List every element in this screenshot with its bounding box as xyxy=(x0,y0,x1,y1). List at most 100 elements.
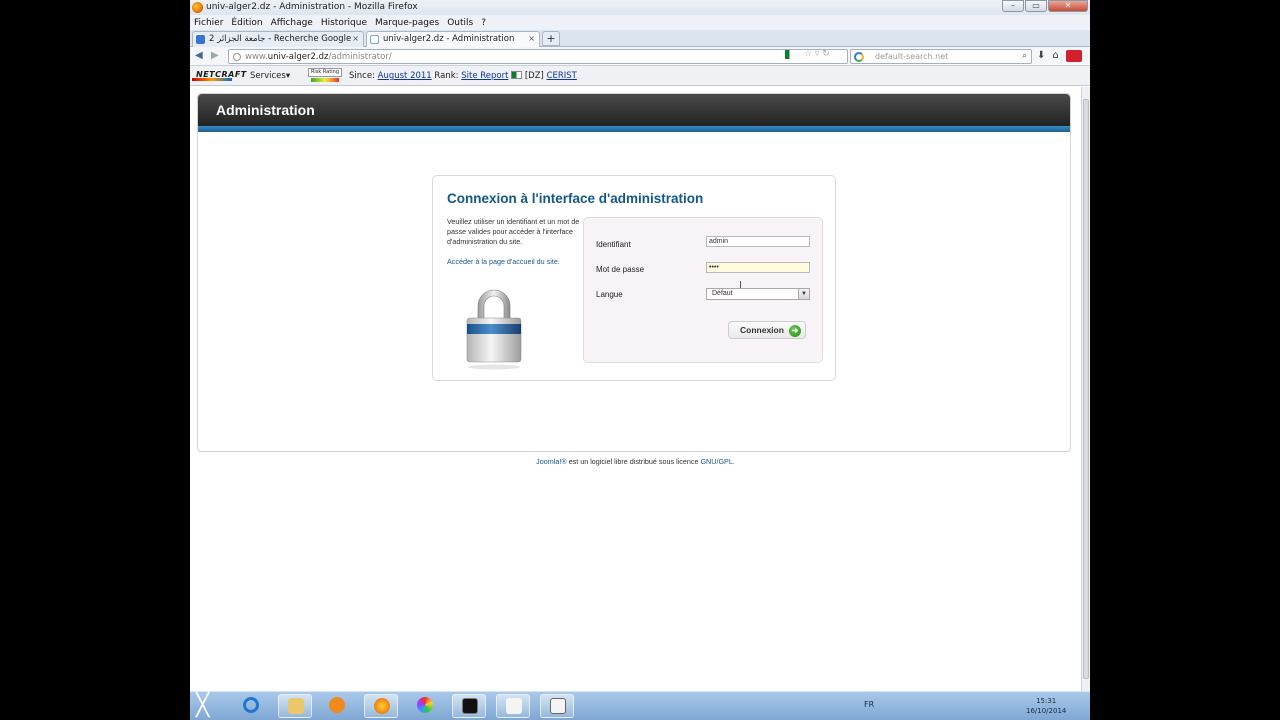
menu-help[interactable]: ? xyxy=(481,18,486,28)
site-home-link[interactable]: Accéder à la page d'accueil du site. xyxy=(447,257,560,266)
hosting-link[interactable]: CERIST xyxy=(547,71,577,81)
windows-taskbar: ╳ FR 15:31 16/10/2014 xyxy=(190,691,1090,720)
url-path: /administrator/ xyxy=(328,52,392,62)
forward-button[interactable]: ▶ xyxy=(211,50,219,61)
risk-rating-badge[interactable]: Risk Rating xyxy=(308,68,342,82)
new-tab-button[interactable]: + xyxy=(542,31,560,46)
start-button[interactable]: ╳ xyxy=(196,694,209,718)
padlock-icon xyxy=(466,289,522,370)
taskbar-media-player[interactable] xyxy=(320,694,354,718)
menu-edition[interactable]: Édition xyxy=(231,18,262,28)
search-engine-icon[interactable] xyxy=(854,52,864,62)
url-bar[interactable]: www.univ-alger2.dz/administrator/ xyxy=(228,49,848,64)
language-label: Langue xyxy=(596,290,623,299)
since-link[interactable]: August 2011 xyxy=(378,71,432,81)
footer-text: est un logiciel libre distribué sous lic… xyxy=(566,457,701,466)
menu-historique[interactable]: Historique xyxy=(321,18,367,28)
since-label: Since: xyxy=(349,71,375,81)
maximize-button[interactable]: ▭ xyxy=(1025,0,1047,12)
tab-label: جامعة الجزائر 2 - Recherche Google xyxy=(209,34,352,44)
login-button[interactable]: Connexion ➜ xyxy=(728,321,806,339)
language-select[interactable]: Défaut ▼ xyxy=(706,288,810,300)
menu-marque-pages[interactable]: Marque-pages xyxy=(375,18,439,28)
arrow-right-icon: ➜ xyxy=(789,325,801,337)
firefox-window: univ-alger2.dz - Administration - Mozill… xyxy=(190,0,1090,720)
country-code: [DZ] xyxy=(524,71,544,81)
home-icon[interactable]: ⌂ xyxy=(1052,50,1058,62)
close-tab-icon[interactable]: × xyxy=(352,34,359,43)
username-label: Identifiant xyxy=(596,240,631,249)
folder-icon xyxy=(288,698,304,714)
login-panel: Connexion à l'interface d'administration… xyxy=(432,175,836,381)
taskbar-notes[interactable] xyxy=(496,694,530,718)
page-title: Administration xyxy=(216,102,315,118)
command-prompt-icon xyxy=(462,698,478,714)
firefox-icon xyxy=(192,2,203,13)
close-window-button[interactable]: ✕ xyxy=(1048,0,1088,12)
chevron-down-icon[interactable]: ▼ xyxy=(798,289,809,299)
language-indicator[interactable]: FR xyxy=(864,700,874,709)
menu-bar: Fichier Édition Affichage Historique Mar… xyxy=(190,15,1090,30)
login-form: Identifiant admin Mot de passe •••• Lang… xyxy=(583,217,823,363)
taskbar-cmd[interactable] xyxy=(452,694,486,718)
username-input[interactable]: admin xyxy=(706,236,810,247)
taskbar-picasa[interactable] xyxy=(408,694,442,718)
menu-affichage[interactable]: Affichage xyxy=(271,18,313,28)
firefox-taskbar-icon xyxy=(374,698,390,714)
navigation-bar: ◀ ▶ www.univ-alger2.dz/administrator/ ☆ … xyxy=(190,47,1090,66)
taskbar-window[interactable] xyxy=(540,694,574,718)
footer-period: . xyxy=(732,457,735,466)
minimize-button[interactable]: – xyxy=(1002,0,1024,12)
menu-outils[interactable]: Outils xyxy=(447,18,473,28)
system-clock[interactable]: 15:31 16/10/2014 xyxy=(1026,696,1066,716)
window-app-icon xyxy=(550,698,566,714)
media-player-icon xyxy=(329,697,345,713)
country-flag-icon xyxy=(785,50,794,59)
login-title: Connexion à l'interface d'administration xyxy=(447,191,704,206)
language-selected: Défaut xyxy=(712,290,733,297)
password-input[interactable]: •••• xyxy=(706,262,810,273)
bookmark-star-icon[interactable]: ☆ ▿ ↻ xyxy=(804,49,830,59)
taskbar-explorer[interactable] xyxy=(278,694,312,718)
search-placeholder: default-search.net xyxy=(875,52,949,61)
close-tab-icon[interactable]: × xyxy=(528,34,535,43)
netcraft-site-info: Since: August 2011 Rank: Site Report [DZ… xyxy=(349,71,577,81)
dz-flag-icon xyxy=(511,71,523,79)
tab-google-search[interactable]: جامعة الجزائر 2 - Recherche Google × xyxy=(192,31,364,47)
admin-header: Administration xyxy=(198,94,1070,132)
tab-administration[interactable]: univ-alger2.dz - Administration × xyxy=(366,31,540,47)
taskbar-ie[interactable] xyxy=(234,694,268,718)
downloads-icon[interactable]: ⬇ xyxy=(1037,50,1045,62)
url-prefix: www. xyxy=(245,52,268,62)
netcraft-toolbar: NETCRAFT Services▾ Risk Rating Since: Au… xyxy=(190,66,1090,86)
back-button[interactable]: ◀ xyxy=(195,50,203,61)
clock-date: 16/10/2014 xyxy=(1026,707,1067,715)
login-intro-text: Veuillez utiliser un identifiant et un m… xyxy=(447,217,580,246)
notes-icon xyxy=(506,698,522,714)
search-icon[interactable]: ⌕ xyxy=(1022,51,1027,61)
menu-fichier[interactable]: Fichier xyxy=(194,18,223,28)
window-title: univ-alger2.dz - Administration - Mozill… xyxy=(206,2,418,12)
tab-strip: جامعة الجزائر 2 - Recherche Google × uni… xyxy=(190,30,1090,47)
site-identity-icon[interactable] xyxy=(233,53,241,61)
joomla-link[interactable]: Joomla!® xyxy=(536,457,566,466)
url-host: univ-alger2.dz xyxy=(267,52,329,62)
tab-label: univ-alger2.dz - Administration xyxy=(383,34,515,44)
netcraft-services-menu[interactable]: Services▾ xyxy=(250,71,290,81)
google-favicon-icon xyxy=(196,35,205,44)
vertical-scrollbar[interactable] xyxy=(1081,87,1090,691)
taskbar-firefox[interactable] xyxy=(364,694,398,718)
gpl-link[interactable]: GNU/GPL xyxy=(700,457,732,466)
scrollbar-thumb[interactable] xyxy=(1083,99,1089,679)
page-footer: Joomla!® est un logiciel libre distribué… xyxy=(190,457,1081,466)
nav-toolbar-right: ⬇ ⌂ xyxy=(1037,50,1082,62)
site-report-link[interactable]: Site Report xyxy=(461,71,508,81)
clock-time: 15:31 xyxy=(1036,697,1057,705)
search-bar[interactable]: default-search.net ⌕ xyxy=(850,49,1032,64)
window-controls: – ▭ ✕ xyxy=(1002,0,1088,12)
addon-button-icon[interactable] xyxy=(1065,50,1082,62)
page-content: Administration Connexion à l'interface d… xyxy=(190,87,1081,691)
netcraft-logo[interactable]: NETCRAFT xyxy=(192,70,247,81)
joomla-favicon-icon xyxy=(370,35,379,44)
rank-label: Rank: xyxy=(434,71,459,81)
